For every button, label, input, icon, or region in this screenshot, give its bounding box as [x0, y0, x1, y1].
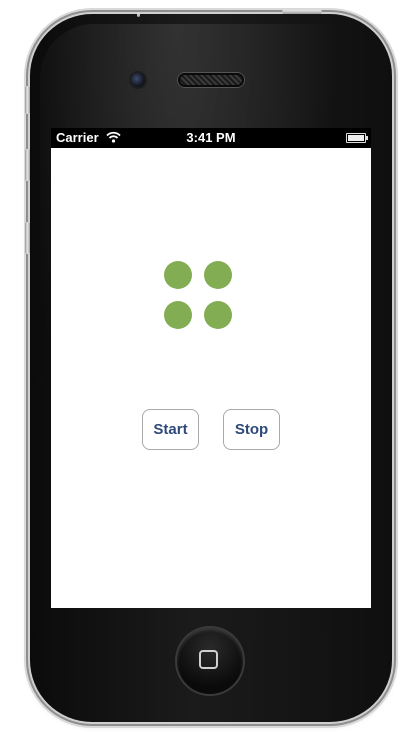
- indicator-dot: [164, 261, 192, 289]
- earpiece-speaker: [178, 73, 244, 87]
- indicator-dot: [204, 301, 232, 329]
- simulator-frame: Carrier 3:41 PM Start Stop: [0, 0, 413, 732]
- start-button[interactable]: Start: [142, 409, 199, 450]
- indicator-dot: [204, 261, 232, 289]
- status-bar: Carrier 3:41 PM: [51, 128, 371, 148]
- top-edge-notch: [137, 13, 140, 17]
- mute-switch[interactable]: [25, 86, 30, 114]
- front-camera: [131, 73, 145, 87]
- volume-down-button[interactable]: [25, 222, 30, 254]
- home-button-icon: [199, 650, 218, 669]
- power-button[interactable]: [282, 10, 322, 14]
- battery-icon: [346, 133, 368, 143]
- home-button[interactable]: [177, 628, 243, 694]
- volume-up-button[interactable]: [25, 149, 30, 181]
- status-time: 3:41 PM: [186, 130, 236, 145]
- stop-button[interactable]: Stop: [223, 409, 280, 450]
- indicator-dot: [164, 301, 192, 329]
- app-screen: Start Stop: [51, 148, 371, 608]
